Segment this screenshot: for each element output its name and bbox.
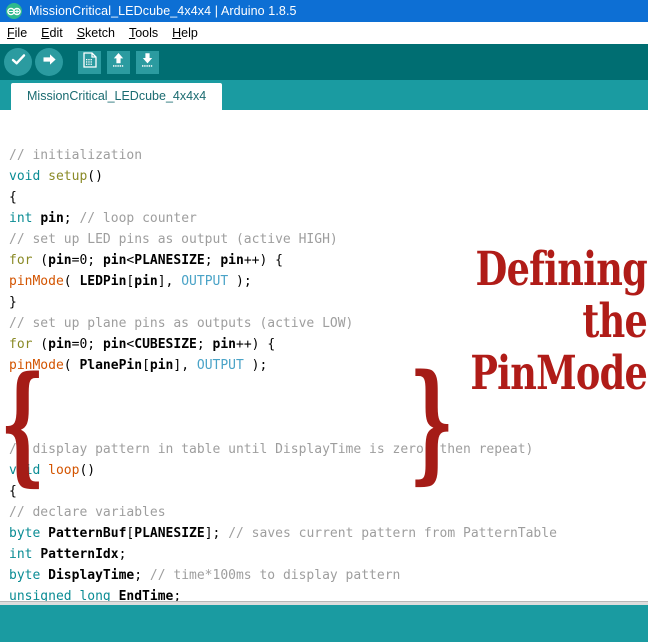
code-editor[interactable]: // initialization void setup() { int pin; /… [0,110,648,601]
code-line: // set up LED pins as output (active HIG… [9,229,648,250]
menu-item-help[interactable]: Help [172,26,198,40]
upload-button[interactable] [35,48,63,76]
code-line: for (pin=0; pin<PLANESIZE; pin++) { [9,253,283,268]
tab-missioncritical-ledcube[interactable]: MissionCritical_LEDcube_4x4x4 [11,83,223,110]
code-line: for (pin=0; pin<CUBESIZE; pin++) { [9,337,276,352]
code-line-0: // initialization [9,148,143,163]
code-line: } [9,295,17,310]
code-line: void setup() [9,169,103,184]
code-line: } [9,379,25,394]
menu-mnemonic-file: F [7,26,15,40]
status-bar [0,605,648,642]
sketch-tabstrip: MissionCritical_LEDcube_4x4x4 [0,80,648,110]
arduino-infinity-icon [6,3,22,19]
verify-button[interactable] [4,48,32,76]
toolbar [0,44,648,80]
menu-label-sketch: ketch [85,26,115,40]
menu-mnemonic-help: H [172,26,182,40]
code-line: int PatternIdx; [9,547,127,562]
code-line: pinMode( LEDPin[pin], OUTPUT ); [9,274,252,289]
code-line: { [9,484,17,499]
code-text[interactable]: // initialization void setup() { int pin; /… [0,110,648,601]
check-icon [11,53,26,71]
code-line: { [9,190,17,205]
new-sketch-button[interactable] [78,50,101,74]
code-line: byte PatternBuf[PLANESIZE]; // saves cur… [9,526,557,541]
code-line: void loop() [9,463,96,478]
menu-label-file: ile [14,26,28,40]
code-line-14: // display pattern in table until Displa… [9,442,534,457]
menu-label-tools: ools [135,26,159,40]
code-line: pinMode( PlanePin[pin], OUTPUT ); [9,358,268,373]
menu-item-file[interactable]: File [7,26,27,40]
code-line: int pin; // loop counter [9,211,197,226]
code-line: // display pattern in table until Displa… [9,439,648,460]
menubar: File Edit Sketch Tools Help [0,22,648,44]
up-arrow-icon [111,52,126,73]
code-line-4: // set up LED pins as output (active HIG… [9,232,338,247]
code-line: } [9,400,25,415]
open-sketch-button[interactable] [107,50,130,74]
save-sketch-button[interactable] [136,50,159,74]
menu-item-edit[interactable]: Edit [41,26,63,40]
code-line: // set up plane pins as outputs (active … [9,313,648,334]
code-line-17: // declare variables [9,505,166,520]
menu-item-tools[interactable]: Tools [129,26,158,40]
menu-item-sketch[interactable]: Sketch [77,26,115,40]
code-line: unsigned long EndTime; [9,589,182,601]
code-line: // declare variables [9,502,648,523]
menu-label-help: elp [181,26,198,40]
window-title: MissionCritical_LEDcube_4x4x4 | Arduino … [29,4,297,18]
menu-mnemonic-edit: E [41,26,50,40]
code-line: byte DisplayTime; // time*100ms to displ… [9,568,401,583]
menu-mnemonic-sketch: S [76,26,86,40]
window-titlebar: MissionCritical_LEDcube_4x4x4 | Arduino … [0,0,648,22]
right-arrow-icon [42,53,57,71]
new-document-icon [82,51,97,73]
code-line-8: // set up plane pins as outputs (active … [9,316,354,331]
code-line: // initialization [9,145,648,166]
down-arrow-icon [140,52,155,73]
menu-label-edit: dit [49,26,63,40]
